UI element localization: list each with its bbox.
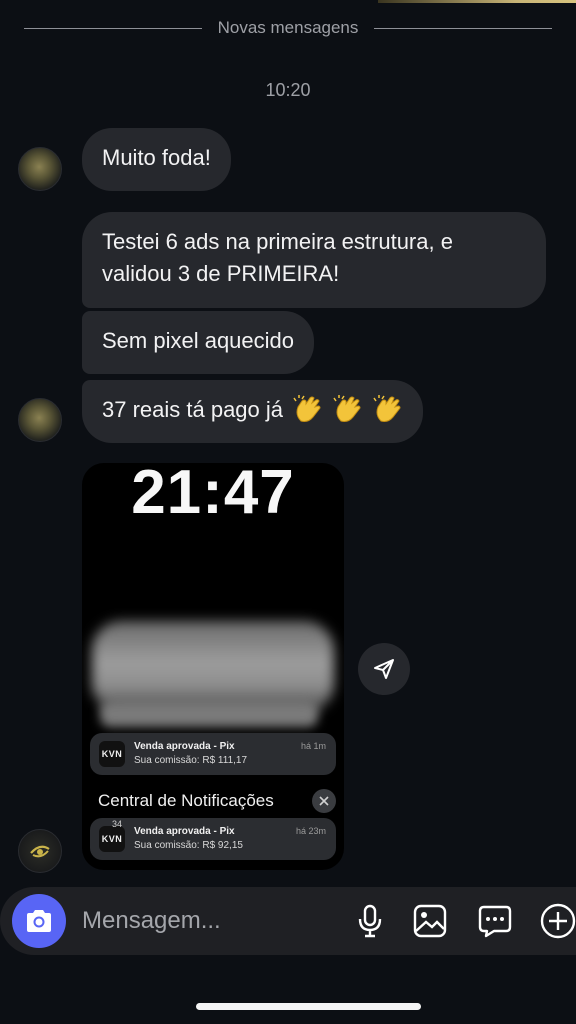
notification-center-title: Central de Notificações [98,791,274,810]
message-bubble[interactable]: Sem pixel aquecido [82,311,315,374]
add-button[interactable] [538,901,576,941]
app-logo: KVN [99,741,125,767]
notification-card: KVN Venda aprovada - Pix Sua comissão: R… [90,733,336,775]
gallery-icon [413,904,447,938]
message-bubble[interactable]: Muito foda! [82,128,231,191]
send-icon [374,659,394,679]
share-button[interactable] [358,643,410,695]
close-icon [312,789,336,813]
microphone-button[interactable] [350,901,390,941]
seen-avatar[interactable] [18,829,62,873]
camera-icon [27,910,51,932]
notification-time: há 23m [295,826,326,836]
message-composer [0,887,576,955]
sticker-button[interactable] [475,901,515,941]
clapping-hands-icon [293,395,321,422]
eye-emoji-icon [30,845,50,858]
new-messages-label: Novas mensagens [217,18,359,37]
notification-count-badge: 34 [112,819,123,829]
message-input[interactable] [82,905,332,937]
plus-icon [540,903,576,939]
notification-time: há 1m [300,741,326,751]
gallery-button[interactable] [410,901,450,941]
sender-avatar[interactable] [18,398,62,442]
message-text: 37 reais tá pago já [102,397,284,422]
message-text: Testei 6 ads na primeira estrutura, e va… [102,229,453,286]
home-indicator[interactable] [196,1003,421,1010]
notification-title: Venda aprovada - Pix [134,826,235,837]
message-timestamp: 10:20 [265,80,311,100]
new-messages-divider: Novas mensagens [24,16,552,40]
status-edge-highlight [378,0,576,3]
message-bubble[interactable]: Testei 6 ads na primeira estrutura, e va… [82,212,546,308]
message-text: Muito foda! [102,145,211,170]
clapping-hands-icon [333,395,361,422]
image-attachment[interactable]: 21:47 KVN Venda aprovada - Pix Sua comis… [82,463,344,870]
message-bubble[interactable]: 37 reais tá pago já [82,380,424,443]
notification-subtitle: Sua comissão: R$ 92,15 [134,840,243,851]
divider-line-right [374,27,552,29]
lockscreen-clock: 21:47 [131,463,295,527]
notification-title: Venda aprovada - Pix [134,741,235,752]
sender-avatar[interactable] [18,147,62,191]
notification-card: KVN 34 Venda aprovada - Pix Sua comissão… [90,818,336,860]
camera-button[interactable] [12,894,66,948]
blurred-area [92,621,334,713]
message-text: Sem pixel aquecido [102,328,295,353]
app-logo: KVN [99,826,125,852]
clapping-hands-icon [373,395,401,422]
divider-line-left [24,27,202,29]
blurred-area [100,701,318,727]
microphone-icon [358,904,382,938]
notification-subtitle: Sua comissão: R$ 111,17 [134,755,248,766]
sticker-icon [478,905,512,938]
